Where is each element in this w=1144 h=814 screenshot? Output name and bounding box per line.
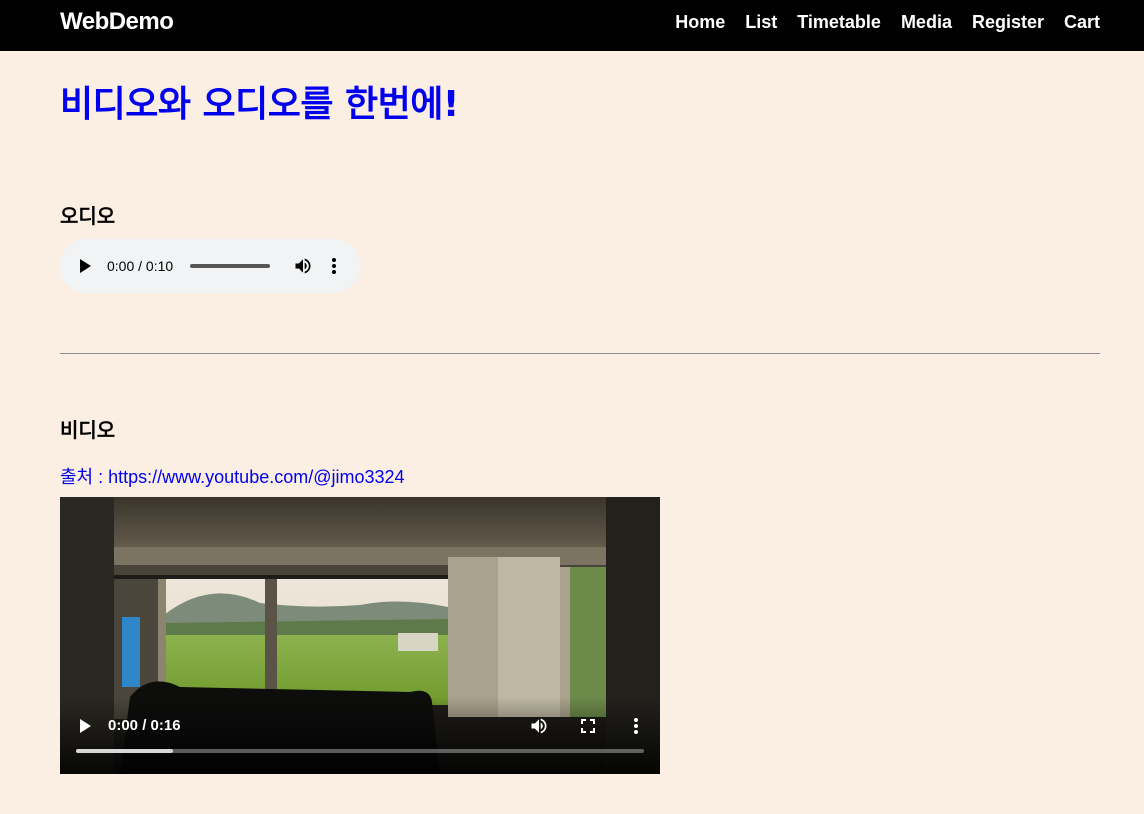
- source-prefix: 출처 :: [60, 467, 109, 487]
- video-progress-slider[interactable]: [76, 749, 644, 753]
- more-vert-icon[interactable]: [630, 716, 642, 736]
- nav-link-home[interactable]: Home: [675, 12, 725, 33]
- brand-logo[interactable]: WebDemo: [60, 8, 174, 36]
- audio-time: 0:00 / 0:10: [107, 258, 174, 274]
- video-time: 0:00 / 0:16: [108, 717, 181, 734]
- nav-link-media[interactable]: Media: [901, 12, 952, 33]
- volume-icon[interactable]: [529, 716, 549, 736]
- nav-links: Home List Timetable Media Register Cart: [675, 12, 1100, 33]
- source-link[interactable]: https://www.youtube.com/@jimo3324: [108, 467, 404, 487]
- audio-heading: 오디오: [60, 204, 116, 228]
- nav-link-list[interactable]: List: [745, 12, 777, 33]
- fullscreen-icon[interactable]: [580, 718, 596, 734]
- nav-link-timetable[interactable]: Timetable: [797, 12, 881, 33]
- play-icon[interactable]: [80, 259, 91, 273]
- video-player[interactable]: 0:00 / 0:16: [60, 497, 660, 774]
- video-buffered-bar: [76, 749, 173, 753]
- audio-player[interactable]: 0:00 / 0:10: [60, 239, 360, 293]
- more-vert-icon[interactable]: [328, 256, 340, 276]
- play-icon[interactable]: [80, 719, 91, 733]
- nav-link-register[interactable]: Register: [972, 12, 1044, 33]
- video-heading: 비디오: [60, 418, 116, 442]
- page-title: 비디오와 오디오를 한번에!: [60, 84, 459, 125]
- section-divider: [60, 353, 1100, 354]
- audio-progress-slider[interactable]: [190, 264, 270, 268]
- nav-link-cart[interactable]: Cart: [1064, 12, 1100, 33]
- volume-icon[interactable]: [293, 256, 313, 276]
- video-source: 출처 : https://www.youtube.com/@jimo3324: [60, 463, 405, 489]
- navbar: WebDemo Home List Timetable Media Regist…: [0, 0, 1144, 51]
